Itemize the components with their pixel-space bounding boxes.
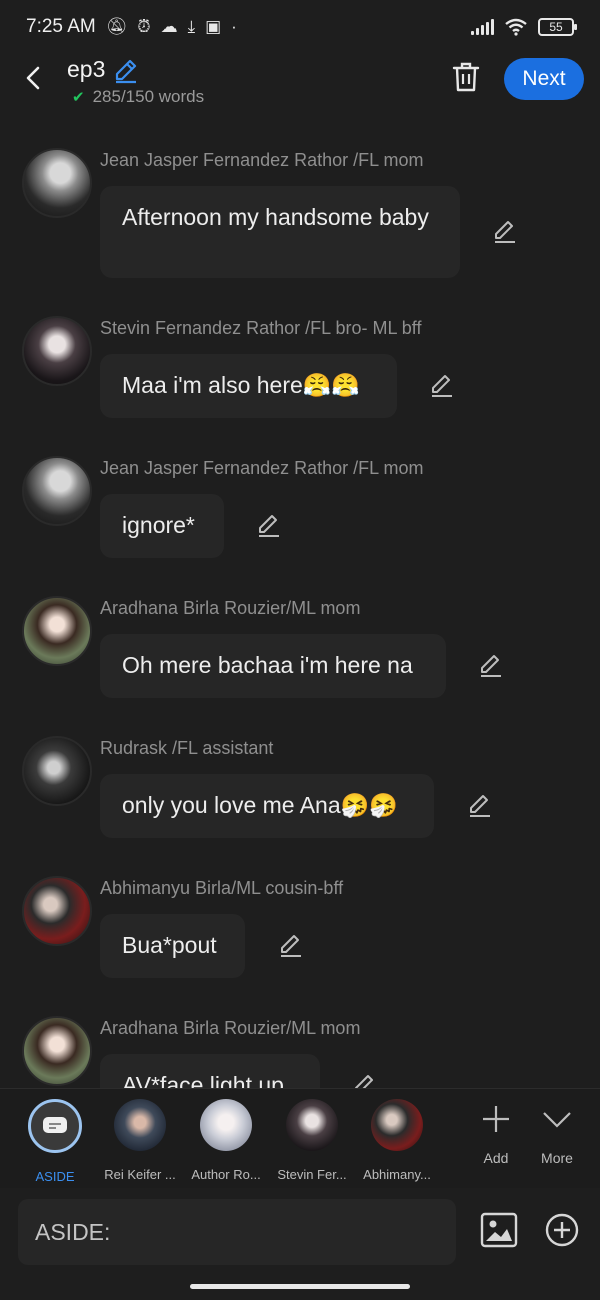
edit-message-icon[interactable] [429,372,455,398]
sender-name: Aradhana Birla Rouzier/ML mom [100,1018,361,1038]
edit-title-icon[interactable] [112,56,140,84]
cloud-icon: ☁ [160,17,178,36]
status-bar: 7:25 AM 🔕︎ ⏰︎ ☁ ⤓ ▣ · 55 [0,0,600,54]
battery-level: 55 [549,20,563,34]
alarm-icon: ⏰︎ [137,17,151,36]
delete-button[interactable] [450,60,482,94]
more-button[interactable]: More [527,1099,587,1166]
message-list[interactable]: Jean Jasper Fernandez Rathor /FL mom Aft… [0,120,600,1088]
avatar[interactable] [22,596,92,666]
more-label: More [541,1150,573,1166]
character-label: Abhimany... [363,1167,431,1182]
edit-message-icon[interactable] [256,512,282,538]
wifi-icon [505,18,527,36]
message-bubble[interactable]: Afternoon my handsome baby [100,186,460,278]
character-label: Stevin Fer... [277,1167,347,1182]
character-item[interactable]: Author Ro... [186,1099,266,1182]
character-item[interactable]: Rei Keifer ... [100,1099,180,1182]
avatar [114,1099,166,1151]
signal-icon [471,19,494,35]
message-bubble[interactable]: Oh mere bachaa i'm here na [100,634,446,698]
home-indicator [190,1284,410,1289]
add-label: Add [483,1150,509,1166]
edit-message-icon[interactable] [278,932,304,958]
mute-icon: 🔕︎ [105,17,128,36]
app-icon: ▣ [205,17,222,36]
avatar[interactable] [22,456,92,526]
word-count: ✔ 285/150 words [72,87,204,107]
character-label: ASIDE [35,1169,75,1184]
header: ep3 ✔ 285/150 words Next [0,54,600,114]
dot-icon: · [231,17,237,36]
character-label: Author Ro... [191,1167,261,1182]
sender-name: Rudrask /FL assistant [100,738,274,758]
message-bubble[interactable]: ignore* [100,494,224,558]
avatar[interactable] [22,148,92,218]
battery-icon: 55 [538,18,577,36]
chapter-title[interactable]: ep3 [67,56,105,83]
avatar [371,1099,423,1151]
input-bar: ASIDE: [0,1188,600,1276]
sender-name: Abhimanyu Birla/ML cousin-bff [100,878,344,898]
edit-message-icon[interactable] [352,1072,378,1088]
character-aside[interactable]: ASIDE [15,1099,95,1184]
aside-avatar [28,1099,82,1153]
edit-message-icon[interactable] [478,652,504,678]
character-bar: ASIDE Rei Keifer ... Author Ro... Stevin… [0,1088,600,1188]
message-bubble[interactable]: Bua*pout [100,914,245,978]
avatar[interactable] [22,736,92,806]
add-character-button[interactable]: Add [466,1099,526,1166]
sender-name: Jean Jasper Fernandez Rathor /FL mom [100,458,424,478]
edit-message-icon[interactable] [467,792,493,818]
message-bubble[interactable]: only you love me Ana🤧🤧 [100,774,434,838]
back-button[interactable] [20,64,48,92]
next-button[interactable]: Next [504,58,584,100]
word-count-text: 285/150 words [92,87,205,106]
avatar [286,1099,338,1151]
message-bubble[interactable]: Maa i'm also here😤😤 [100,354,397,418]
chevron-down-icon [543,1112,571,1128]
sender-name: Aradhana Birla Rouzier/ML mom [100,598,361,618]
edit-message-icon[interactable] [492,218,518,244]
check-icon: ✔ [72,89,85,106]
message-input[interactable]: ASIDE: [18,1199,456,1265]
add-circle-icon[interactable] [544,1212,580,1248]
avatar[interactable] [22,1016,92,1086]
message-bubble[interactable]: AV*face light up [100,1054,320,1088]
avatar[interactable] [22,876,92,946]
avatar[interactable] [22,316,92,386]
sender-name: Stevin Fernandez Rathor /FL bro- ML bff [100,318,422,338]
clock: 7:25 AM [26,16,96,37]
download-icon: ⤓ [187,17,196,36]
character-label: Rei Keifer ... [104,1167,176,1182]
chat-bubble-icon [43,1117,67,1133]
plus-icon [483,1106,509,1132]
character-item[interactable]: Abhimany... [357,1099,437,1182]
avatar [200,1099,252,1151]
character-item[interactable]: Stevin Fer... [272,1099,352,1182]
image-icon[interactable] [480,1212,518,1248]
sender-name: Jean Jasper Fernandez Rathor /FL mom [100,150,424,170]
